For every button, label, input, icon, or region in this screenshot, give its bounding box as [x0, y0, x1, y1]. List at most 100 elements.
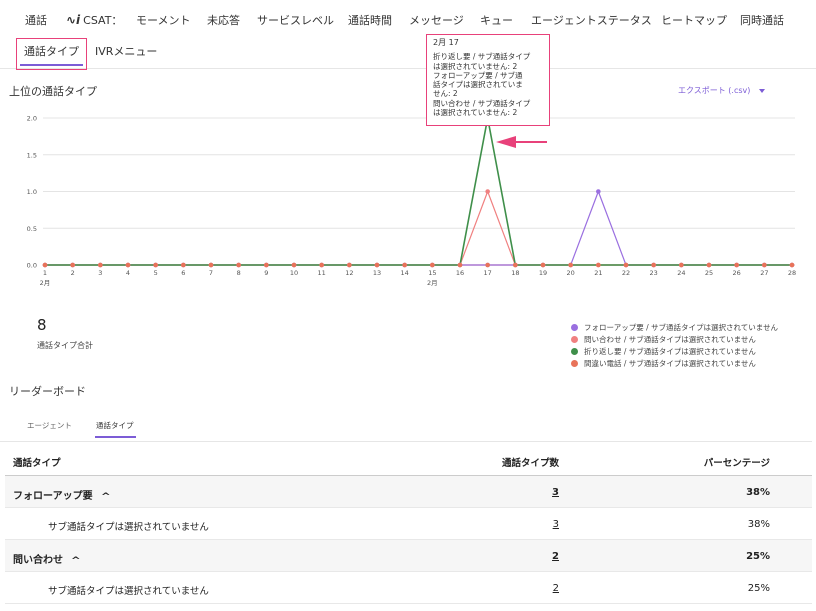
data-point [236, 262, 241, 268]
tab-agent-status[interactable]: エージェントステータス [531, 12, 652, 28]
data-point [430, 262, 435, 268]
count-link[interactable]: 3 [552, 487, 559, 498]
x-tick-label: 5 [154, 269, 158, 277]
x-tick-label: 7 [209, 269, 213, 277]
tab-leaderboard-call-types-label: 通話タイプ [96, 421, 134, 430]
leaderboard-table: 通話タイプ 通話タイプ数 パーセンテージ フォローアップ要 ^ 3 38% サブ通… [5, 444, 812, 604]
x-axis: 12月2 3 4 5 6 7 8 9 10 11 12 13 14 152月16 17 18 19 20 21 22 2… [40, 269, 796, 287]
legend-label: 問い合わせ / サブ通話タイプは選択されていません [584, 334, 756, 344]
data-point [153, 262, 158, 268]
data-point [485, 189, 490, 194]
caret-down-icon [759, 88, 766, 93]
table-row-group[interactable]: フォローアップ要 ^ 3 38% [5, 476, 812, 508]
column-header-percentage[interactable]: パーセンテージ [704, 455, 770, 469]
x-tick-label: 25 [705, 269, 713, 277]
data-point [734, 262, 739, 268]
legend-item[interactable]: フォローアップ要 / サブ通話タイプは選択されていません [571, 321, 778, 333]
column-header-call-type[interactable]: 通話タイプ [13, 455, 61, 469]
chart-legend: フォローアップ要 / サブ通話タイプは選択されていません 問い合わせ / サブ通… [571, 321, 778, 369]
x-tick-label: 23 [650, 269, 658, 277]
x-tick-label: 9 [264, 269, 268, 277]
tooltip-line: 話タイプは選択されていま [433, 80, 523, 90]
table-header-row: 通話タイプ 通話タイプ数 パーセンテージ [5, 444, 812, 476]
csat-logo-icon: ∿i [66, 13, 81, 27]
x-tick-label: 21 [594, 269, 602, 277]
data-point [457, 262, 463, 268]
data-point [596, 262, 601, 268]
data-point [98, 262, 103, 268]
tab-unanswered[interactable]: 未応答 [207, 12, 240, 28]
tooltip-line: は選択されていません: 2 [433, 108, 518, 118]
report-tab-bar: 通話 ∿i CSAT： モーメント 未応答 サービスレベル 通話時間 メッセージ … [0, 0, 816, 70]
x-tick-label: 26 [733, 269, 741, 277]
legend-dot-icon [571, 347, 578, 355]
percentage-cell: 38% [747, 519, 770, 530]
legend-item[interactable]: 問い合わせ / サブ通話タイプは選択されていません [571, 333, 778, 345]
x-tick-label: 17 [484, 269, 492, 277]
call-types-line-chart: 0.00.51.01.52.0 12月2 3 4 5 6 7 8 9 10 11 12 13 14 152… [27, 115, 796, 288]
legend-label: 間違い電話 / サブ通話タイプは選択されていません [584, 358, 756, 368]
y-tick-label: 2.0 [27, 115, 37, 123]
tab-moments[interactable]: モーメント [136, 12, 191, 28]
tab-ivr-menu[interactable]: IVRメニュー [95, 43, 157, 59]
data-point [679, 262, 684, 268]
tab-service-level[interactable]: サービスレベル [257, 12, 334, 28]
x-tick-label: 19 [539, 269, 547, 277]
tab-agents[interactable]: エージェント [27, 420, 72, 431]
tooltip-line: 問い合わせ / サブ通話タイプ [433, 98, 531, 108]
active-tab-underline [20, 64, 83, 66]
data-point [374, 262, 380, 268]
tooltip-line: フォローアップ要 / サブ通 [433, 70, 523, 80]
table-row: サブ通話タイプは選択されていません 2 25% [5, 572, 812, 604]
legend-dot-icon [571, 323, 578, 331]
legend-dot-icon [571, 359, 578, 367]
data-point [402, 262, 407, 268]
tab-concurrent-calls[interactable]: 同時通話 [740, 12, 784, 28]
data-point [623, 262, 629, 268]
legend-item[interactable]: 折り返し要 / サブ通話タイプは選択されていません [571, 345, 778, 357]
total-count-label: 通話タイプ合計 [37, 341, 93, 350]
leaderboard-title: リーダーボード [9, 385, 86, 398]
tab-csat-label: CSAT： [83, 14, 123, 27]
column-header-count[interactable]: 通話タイプ数 [502, 455, 559, 469]
data-point [42, 262, 48, 268]
group-name: 問い合わせ [13, 555, 63, 566]
x-tick-label: 6 [181, 269, 185, 277]
group-name: フォローアップ要 [13, 491, 93, 502]
legend-item[interactable]: 間違い電話 / サブ通話タイプは選択されていません [571, 357, 778, 369]
tooltip-arrow [496, 136, 547, 148]
table-row-group[interactable]: 問い合わせ ^ 2 25% [5, 540, 812, 572]
tab-csat[interactable]: ∿i CSAT： [66, 12, 122, 28]
tab-call-types[interactable]: 通話タイプ [16, 38, 87, 70]
data-point [596, 189, 601, 194]
tab-heatmap[interactable]: ヒートマップ [661, 12, 727, 28]
export-csv-button[interactable]: エクスポート (.csv) [678, 85, 766, 96]
pink-arrow-icon [496, 136, 547, 148]
count-link[interactable]: 2 [553, 583, 559, 594]
data-point [540, 262, 546, 268]
x-tick-label: 13 [373, 269, 381, 277]
chevron-up-icon[interactable]: ^ [100, 492, 110, 502]
data-point [181, 262, 186, 268]
tab-messages[interactable]: メッセージ [409, 12, 464, 28]
count-link[interactable]: 2 [552, 551, 559, 562]
data-point [762, 262, 767, 268]
data-point [485, 262, 490, 268]
chevron-up-icon[interactable]: ^ [71, 556, 81, 566]
tab-leaderboard-call-types[interactable]: 通話タイプ [95, 420, 136, 438]
y-tick-label: 1.0 [27, 188, 37, 196]
y-tick-label: 0.5 [27, 225, 37, 233]
x-tick-label: 16 [456, 269, 464, 277]
data-point [208, 262, 214, 268]
x-tick-label: 15 [428, 269, 436, 277]
data-point [291, 262, 297, 268]
x-tick-label: 4 [126, 269, 130, 277]
section-title: 上位の通話タイプ [9, 85, 97, 98]
tab-calls[interactable]: 通話 [25, 12, 47, 28]
x-tick-label: 27 [760, 269, 768, 277]
x-tick-label: 18 [511, 269, 519, 277]
data-point [706, 262, 712, 268]
tab-queue[interactable]: キュー [480, 12, 513, 28]
tab-call-duration[interactable]: 通話時間 [348, 12, 392, 28]
count-link[interactable]: 3 [553, 519, 559, 530]
